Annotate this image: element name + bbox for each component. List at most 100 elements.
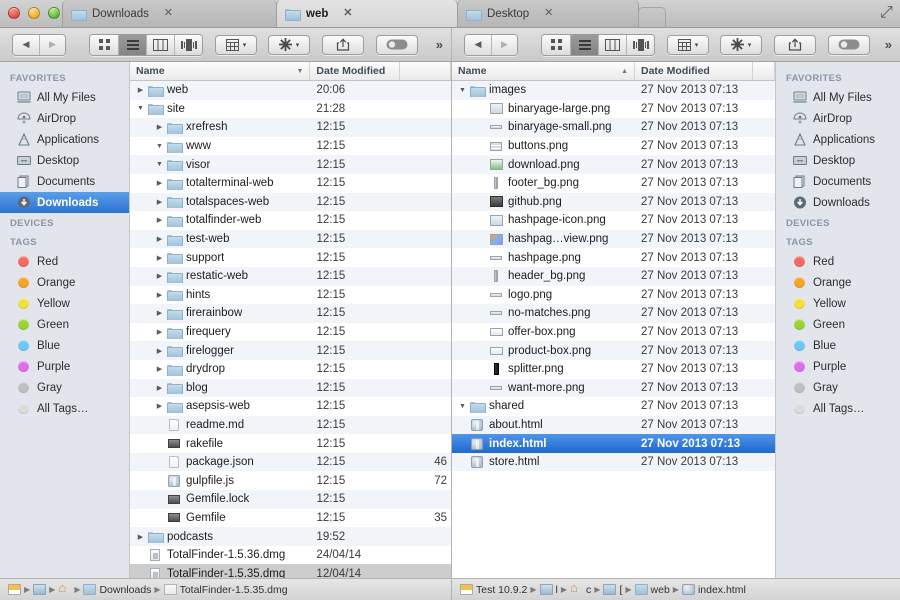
sidebar-item-orange[interactable]: Orange	[776, 272, 900, 293]
new-tab-button[interactable]	[638, 7, 666, 27]
path-segment[interactable]: web	[634, 584, 670, 596]
list-view-button[interactable]	[118, 34, 146, 55]
disclosure-closed-icon[interactable]: ▶	[153, 384, 166, 392]
table-row[interactable]: ▶ want-more.png 27 Nov 2013 07:13	[452, 378, 775, 398]
column-header-size[interactable]	[400, 62, 451, 80]
table-row[interactable]: ▶ firequery 12:15	[130, 322, 451, 342]
table-row[interactable]: ▶ readme.md 12:15	[130, 415, 451, 435]
table-row[interactable]: ▶ totalterminal-web 12:15	[130, 173, 451, 193]
sidebar-item-green[interactable]: Green	[0, 314, 129, 335]
table-row[interactable]: ▶ support 12:15	[130, 248, 451, 267]
sidebar-item-blue[interactable]: Blue	[776, 335, 900, 356]
action-button[interactable]: ▾	[268, 34, 310, 55]
sidebar-item-purple[interactable]: Purple	[0, 356, 129, 377]
table-row[interactable]: ▶ splitter.png 27 Nov 2013 07:13	[452, 359, 775, 379]
column-header-date[interactable]: Date Modified	[310, 62, 401, 80]
sidebar-item-documents[interactable]: Documents	[0, 171, 129, 192]
table-row[interactable]: ▶ binaryage-large.png 27 Nov 2013 07:13	[452, 99, 775, 119]
table-row[interactable]: ▶ podcasts 19:52	[130, 527, 451, 546]
sidebar-item-applications[interactable]: Applications	[0, 129, 129, 150]
table-row[interactable]: ▶ binaryage-small.png 27 Nov 2013 07:13	[452, 118, 775, 137]
arrange-button[interactable]: ▾	[215, 34, 257, 55]
column-view-button[interactable]	[598, 34, 626, 55]
sidebar-item-all-tags[interactable]: All Tags…	[776, 398, 900, 419]
table-row[interactable]: ▼ shared 27 Nov 2013 07:13	[452, 397, 775, 416]
list-view-button[interactable]	[570, 34, 598, 55]
disclosure-closed-icon[interactable]: ▶	[153, 365, 166, 373]
table-row[interactable]: ▶ store.html 27 Nov 2013 07:13	[452, 452, 775, 472]
disclosure-closed-icon[interactable]: ▶	[153, 347, 166, 355]
path-segment[interactable]	[8, 584, 21, 595]
arrange-button[interactable]: ▾	[667, 34, 709, 55]
table-row[interactable]: ▶ drydrop 12:15	[130, 359, 451, 379]
icon-view-button[interactable]	[90, 34, 118, 55]
disclosure-open-icon[interactable]: ▼	[456, 87, 469, 94]
icon-view-button[interactable]	[542, 34, 570, 55]
path-segment[interactable]: Test 10.9.2	[460, 584, 527, 596]
path-segment[interactable]: c	[570, 580, 591, 596]
path-bar-left[interactable]: ▶▶▶Downloads▶TotalFinder-1.5.35.dmg	[0, 578, 452, 600]
table-row[interactable]: ▶ package.json 12:15 46	[130, 452, 451, 472]
toolbar-overflow-left[interactable]: »	[436, 37, 443, 52]
coverflow-view-button[interactable]	[174, 34, 202, 55]
disclosure-open-icon[interactable]: ▼	[134, 105, 147, 112]
table-row[interactable]: ▶ totalfinder-web 12:15	[130, 211, 451, 230]
table-row[interactable]: ▼ www 12:15	[130, 136, 451, 156]
table-row[interactable]: ▶ TotalFinder-1.5.36.dmg 24/04/14	[130, 545, 451, 565]
sidebar-item-downloads[interactable]: Downloads	[776, 192, 900, 213]
path-segment[interactable]	[58, 580, 71, 595]
sidebar-item-desktop[interactable]: Desktop	[0, 150, 129, 171]
disclosure-open-icon[interactable]: ▼	[153, 143, 166, 150]
table-row[interactable]: ▶ gulpfile.js 12:15 72	[130, 471, 451, 491]
disclosure-closed-icon[interactable]: ▶	[153, 123, 166, 131]
table-row[interactable]: ▶ xrefresh 12:15	[130, 118, 451, 137]
table-row[interactable]: ▶ hashpag…view.png 27 Nov 2013 07:13	[452, 229, 775, 249]
table-row[interactable]: ▶ about.html 27 Nov 2013 07:13	[452, 415, 775, 435]
sidebar-item-desktop[interactable]: Desktop	[776, 150, 900, 171]
close-button[interactable]	[8, 7, 20, 19]
table-row[interactable]: ▶ download.png 27 Nov 2013 07:13	[452, 155, 775, 174]
table-row[interactable]: ▶ product-box.png 27 Nov 2013 07:13	[452, 341, 775, 360]
table-row[interactable]: ▶ index.html 27 Nov 2013 07:13	[452, 434, 775, 453]
path-segment[interactable]: TotalFinder-1.5.35.dmg	[163, 584, 288, 596]
table-row[interactable]: ▶ test-web 12:15	[130, 229, 451, 249]
path-segment[interactable]: [	[603, 584, 622, 596]
disclosure-closed-icon[interactable]: ▶	[153, 328, 166, 336]
table-row[interactable]: ▶ header_bg.png 27 Nov 2013 07:13	[452, 266, 775, 286]
close-icon[interactable]: ✕	[163, 8, 174, 19]
disclosure-closed-icon[interactable]: ▶	[153, 198, 166, 206]
sidebar-item-all-my-files[interactable]: All My Files	[0, 87, 129, 108]
sidebar-item-airdrop[interactable]: AirDrop	[776, 108, 900, 129]
back-button[interactable]: ◀	[13, 34, 39, 55]
close-icon[interactable]: ✕	[342, 8, 353, 19]
close-icon[interactable]: ✕	[543, 8, 554, 19]
path-segment[interactable]: index.html	[681, 584, 746, 596]
disclosure-closed-icon[interactable]: ▶	[134, 86, 147, 94]
table-row[interactable]: ▶ asepsis-web 12:15	[130, 397, 451, 416]
table-row[interactable]: ▶ rakefile 12:15	[130, 434, 451, 453]
disclosure-closed-icon[interactable]: ▶	[153, 216, 166, 224]
share-button[interactable]	[774, 34, 816, 55]
sidebar-item-gray[interactable]: Gray	[776, 377, 900, 398]
sidebar-item-yellow[interactable]: Yellow	[776, 293, 900, 314]
table-row[interactable]: ▶ totalspaces-web 12:15	[130, 192, 451, 212]
sidebar-item-green[interactable]: Green	[776, 314, 900, 335]
table-row[interactable]: ▶ Gemfile 12:15 35	[130, 508, 451, 528]
forward-button[interactable]: ▶	[491, 34, 517, 55]
sidebar-item-blue[interactable]: Blue	[0, 335, 129, 356]
sidebar-item-downloads[interactable]: Downloads	[0, 192, 129, 213]
sidebar-item-yellow[interactable]: Yellow	[0, 293, 129, 314]
path-segment[interactable]: l	[539, 584, 558, 596]
path-bar-right[interactable]: Test 10.9.2▶l▶c▶[▶web▶index.html	[452, 578, 900, 600]
table-row[interactable]: ▶ no-matches.png 27 Nov 2013 07:13	[452, 304, 775, 323]
back-button[interactable]: ◀	[465, 34, 491, 55]
file-list-right[interactable]: ▼ images 27 Nov 2013 07:13 ▶ binaryage-large…	[452, 81, 775, 578]
table-row[interactable]: ▼ site 21:28	[130, 99, 451, 119]
sidebar-item-gray[interactable]: Gray	[0, 377, 129, 398]
fullscreen-icon[interactable]: ⤢	[880, 4, 894, 21]
disclosure-open-icon[interactable]: ▼	[456, 403, 469, 410]
column-view-button[interactable]	[146, 34, 174, 55]
disclosure-closed-icon[interactable]: ▶	[134, 533, 147, 541]
forward-button[interactable]: ▶	[39, 34, 65, 55]
tab-downloads[interactable]: Downloads ✕	[62, 0, 277, 27]
